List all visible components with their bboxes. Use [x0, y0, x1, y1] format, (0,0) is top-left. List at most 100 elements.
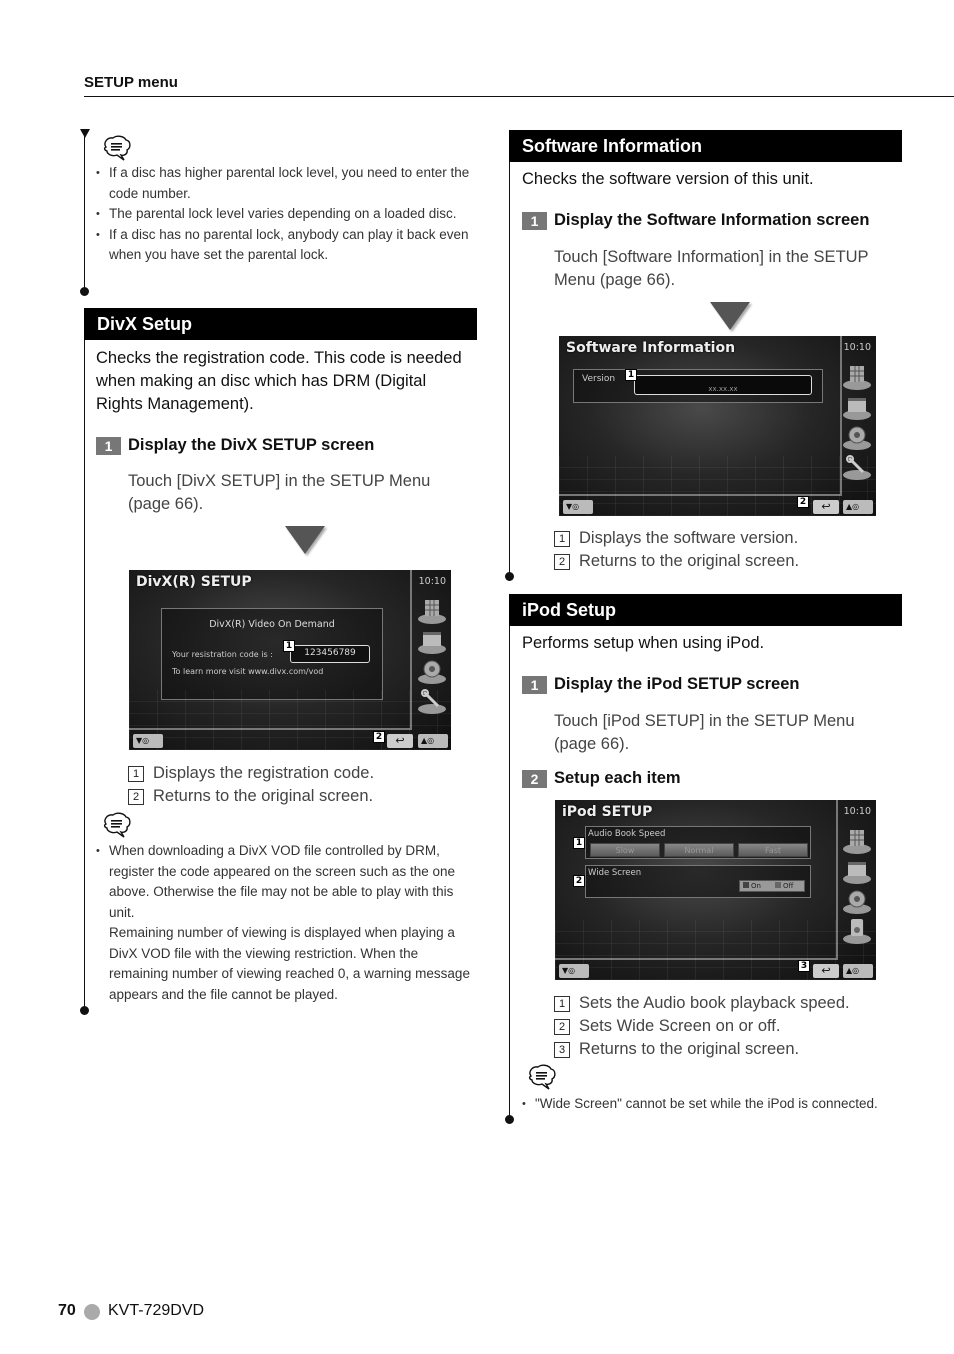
return-button[interactable]: ↩ — [813, 964, 839, 978]
legend-text: Sets the Audio book playback speed. — [579, 994, 850, 1012]
section-bracket-line — [84, 340, 85, 1010]
model-name: KVT-729DVD — [108, 1302, 205, 1319]
legend-item: 3 Returns to the original screen. — [554, 1038, 850, 1061]
speaker-icon[interactable] — [416, 656, 448, 686]
wide-screen-panel: Wide Screen On Off — [585, 865, 811, 898]
tools-icon[interactable] — [416, 686, 448, 716]
screen-title: DivX(R) SETUP — [136, 574, 252, 590]
scroll-down-button[interactable]: ▼◎ — [559, 964, 589, 978]
menu-grid-icon[interactable] — [841, 826, 873, 856]
divx-legend: 1 Displays the registration code. 2 Return… — [128, 762, 374, 808]
ipod-step-2: 2 Setup each item — [522, 769, 681, 788]
section-title-software-information: Software Information — [509, 130, 902, 162]
note-end-marker — [80, 287, 89, 296]
note-bullet: "Wide Screen" cannot be set while the iP… — [522, 1094, 922, 1115]
note-speech-bubble-icon — [103, 135, 131, 161]
menu-grid-icon[interactable] — [841, 362, 873, 392]
legend-text: Returns to the original screen. — [579, 1040, 800, 1058]
audio-book-speed-panel: Audio Book Speed Slow Normal Fast — [585, 826, 811, 859]
screen-clock: 10:10 — [843, 342, 871, 353]
legend-key: 3 — [554, 1041, 570, 1058]
divx-description: Checks the registration code. This code … — [96, 349, 462, 413]
ipod-description: Performs setup when using iPod. — [522, 634, 765, 652]
scroll-down-button[interactable]: ▼◎ — [563, 500, 593, 514]
media-icon[interactable] — [841, 392, 873, 422]
scroll-up-button[interactable]: ▲◎ — [843, 500, 873, 514]
page-number: 70 — [58, 1302, 76, 1319]
legend-key: 1 — [554, 995, 570, 1012]
step-number: 1 — [522, 211, 547, 230]
screen-title: Software Information — [566, 340, 736, 356]
registration-code-label: Your resistration code is : — [172, 650, 273, 659]
ipod-step-1-body: Touch [iPod SETUP] in the SETUP Menu (pa… — [554, 712, 855, 753]
scroll-down-button[interactable]: ▼◎ — [133, 734, 163, 748]
callout-1: 1 — [573, 837, 585, 849]
software-description: Checks the software version of this unit… — [522, 170, 814, 188]
toggle-on-label: On — [751, 882, 761, 890]
toggle-on-option[interactable]: On — [740, 881, 772, 891]
learn-more-text: To learn more visit www.divx.com/vod — [172, 667, 324, 676]
scroll-up-button[interactable]: ▲◎ — [843, 964, 873, 978]
note-bullet: If a disc has no parental lock, anybody … — [96, 225, 476, 266]
divx-setup-screen: DivX(R) SETUP 10:10 DivX(R) Video On Dem… — [129, 570, 451, 750]
divx-step-1: 1 Display the DivX SETUP screen — [96, 436, 374, 455]
callout-2: 2 — [797, 496, 809, 508]
note-bullet: The parental lock level varies depending… — [96, 204, 476, 225]
return-button[interactable]: ↩ — [387, 734, 413, 748]
scroll-up-button[interactable]: ▲◎ — [418, 734, 448, 748]
legend-item: 2 Returns to the original screen. — [554, 550, 799, 573]
tools-icon[interactable] — [841, 452, 873, 482]
legend-key: 1 — [128, 765, 144, 782]
callout-1: 1 — [283, 640, 295, 652]
software-step-1: 1 Display the Software Information scree… — [522, 211, 869, 230]
note-paragraph: Remaining number of viewing is displayed… — [109, 925, 470, 1002]
screen-clock: 10:10 — [418, 576, 446, 587]
legend-text: Displays the software version. — [579, 529, 799, 547]
ipod-icon[interactable] — [841, 916, 873, 946]
legend-item: 1 Sets the Audio book playback speed. — [554, 992, 850, 1015]
note-bullet: If a disc has higher parental lock level… — [96, 163, 476, 204]
section-title-divx-setup: DivX Setup — [84, 308, 477, 340]
version-label: Version — [582, 374, 616, 384]
parental-lock-notes: If a disc has higher parental lock level… — [96, 163, 476, 266]
legend-key: 2 — [554, 553, 570, 570]
note-speech-bubble-icon — [528, 1064, 556, 1090]
toggle-off-option[interactable]: Off — [772, 881, 804, 891]
speed-fast-button[interactable]: Fast — [738, 843, 808, 857]
legend-key: 1 — [554, 530, 570, 547]
legend-item: 2 Sets Wide Screen on or off. — [554, 1015, 850, 1038]
divx-step-1-body: Touch [DivX SETUP] in the SETUP Menu (pa… — [128, 472, 431, 513]
wide-screen-toggle[interactable]: On Off — [739, 880, 805, 892]
software-step-1-body: Touch [Software Information] in the SETU… — [554, 248, 869, 289]
down-arrow-icon — [285, 526, 325, 554]
speaker-icon[interactable] — [841, 886, 873, 916]
callout-1: 1 — [625, 369, 637, 381]
ipod-notes: "Wide Screen" cannot be set while the iP… — [522, 1094, 922, 1115]
version-panel: Version xx.xx.xx — [573, 369, 823, 403]
note-speech-bubble-icon — [103, 812, 131, 838]
ipod-legend: 1 Sets the Audio book playback speed. 2 Se… — [554, 992, 850, 1061]
media-icon[interactable] — [416, 626, 448, 656]
section-end-marker — [505, 572, 514, 581]
media-icon[interactable] — [841, 856, 873, 886]
note-bullet: When downloading a DivX VOD file control… — [96, 841, 478, 1005]
section-bracket-line — [509, 162, 510, 578]
speed-slow-button[interactable]: Slow — [590, 843, 660, 857]
step-title: Display the DivX SETUP screen — [128, 436, 375, 454]
divx-notes: When downloading a DivX VOD file control… — [96, 841, 478, 1005]
return-button[interactable]: ↩ — [813, 500, 839, 514]
legend-key: 2 — [554, 1018, 570, 1035]
menu-grid-icon[interactable] — [416, 596, 448, 626]
legend-key: 2 — [128, 788, 144, 805]
legend-text: Sets Wide Screen on or off. — [579, 1017, 781, 1035]
speaker-icon[interactable] — [841, 422, 873, 452]
toggle-off-label: Off — [783, 882, 794, 890]
step-number: 1 — [522, 675, 547, 694]
software-legend: 1 Displays the software version. 2 Returns… — [554, 527, 799, 573]
speed-normal-button[interactable]: Normal — [664, 843, 734, 857]
step-title: Display the iPod SETUP screen — [554, 675, 800, 693]
legend-text: Displays the registration code. — [153, 764, 375, 782]
legend-item: 1 Displays the registration code. — [128, 762, 374, 785]
audio-book-speed-label: Audio Book Speed — [588, 829, 666, 839]
note-bracket-line — [84, 136, 85, 291]
